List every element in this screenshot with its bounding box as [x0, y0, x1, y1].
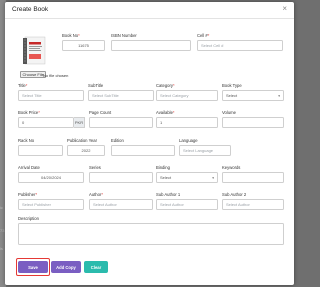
label-edition: Edition	[111, 138, 124, 143]
publication-year-input[interactable]: 2022	[67, 145, 105, 156]
description-textarea[interactable]	[18, 223, 284, 245]
label-subtitle: SubTitle	[88, 83, 104, 88]
arrival-date-input[interactable]: 04/20/2024	[18, 172, 84, 183]
label-category: Category*	[156, 83, 175, 88]
rack-no-input[interactable]	[18, 145, 63, 156]
binding-value: Select	[160, 175, 172, 180]
label-description: Description	[18, 216, 39, 221]
backdrop-text: 73	[0, 228, 5, 233]
sub-author-1-select[interactable]: Select Author	[156, 199, 218, 210]
label-author: Author*	[89, 192, 103, 197]
label-volume: Volume	[222, 110, 236, 115]
label-book-no: Book No*	[62, 33, 80, 38]
clear-button[interactable]: Clear	[84, 261, 108, 273]
create-book-modal: Create Book × Choose File No file chosen…	[5, 2, 294, 285]
file-status-text: No file chosen	[43, 72, 69, 78]
close-icon[interactable]: ×	[282, 5, 287, 13]
backdrop-text: ls	[0, 246, 3, 251]
label-series: Series	[89, 165, 101, 170]
edition-input[interactable]	[111, 145, 175, 156]
add-copy-button[interactable]: Add Copy	[51, 261, 81, 273]
label-title: Title*	[18, 83, 28, 88]
label-page-count: Page Count	[89, 110, 112, 115]
chevron-down-icon: ▾	[278, 93, 280, 98]
keywords-input[interactable]	[222, 172, 284, 183]
binding-select[interactable]: Select ▾	[156, 172, 218, 183]
book-type-value: Select	[226, 93, 238, 98]
backdrop-text: ic	[0, 205, 3, 210]
subtitle-select[interactable]: Select SubTitle	[88, 90, 154, 101]
publisher-select[interactable]: Select Publisher	[18, 199, 84, 210]
label-language: Language	[179, 138, 198, 143]
label-sub-author-2: Sub Author 2	[222, 192, 247, 197]
series-input[interactable]	[89, 172, 153, 183]
label-sub-author-1: Sub Author 1	[156, 192, 181, 197]
sub-author-2-select[interactable]: Select Author	[222, 199, 284, 210]
book-type-select[interactable]: Select ▾	[222, 90, 284, 101]
chevron-down-icon: ▾	[212, 175, 214, 180]
label-rack-no: Rack No	[18, 138, 35, 143]
save-button[interactable]: Save	[18, 261, 48, 273]
label-available: Available*	[156, 110, 175, 115]
modal-title: Create Book	[12, 6, 49, 13]
language-select[interactable]: Select Language	[179, 145, 231, 156]
label-keywords: Keywords	[222, 165, 241, 170]
label-binding: Binding	[156, 165, 170, 170]
book-cover-image	[23, 36, 46, 65]
modal-header: Create Book ×	[5, 2, 294, 19]
available-input[interactable]: 1	[156, 117, 218, 128]
label-book-price: Book Price*	[18, 110, 40, 115]
label-publication-year: Publication Year	[67, 138, 98, 143]
label-arrival-date: Arrival Date	[18, 165, 40, 170]
currency-suffix: PKR	[74, 117, 85, 128]
volume-input[interactable]	[222, 117, 284, 128]
page-count-input[interactable]	[89, 117, 153, 128]
book-price-input[interactable]: 0	[18, 117, 74, 128]
label-publisher: Publisher*	[18, 192, 38, 197]
author-select[interactable]: Select Author	[89, 199, 153, 210]
label-cell: Cell #*	[197, 33, 210, 38]
label-book-type: Book Type	[222, 83, 242, 88]
title-select[interactable]: Select Title	[18, 90, 84, 101]
book-no-input[interactable]: 11675	[62, 40, 105, 51]
category-select[interactable]: Select Category	[156, 90, 218, 101]
isbn-input[interactable]	[111, 40, 191, 51]
cell-select[interactable]: Select Cell #	[197, 40, 283, 51]
label-isbn: ISBN Number	[111, 33, 137, 38]
